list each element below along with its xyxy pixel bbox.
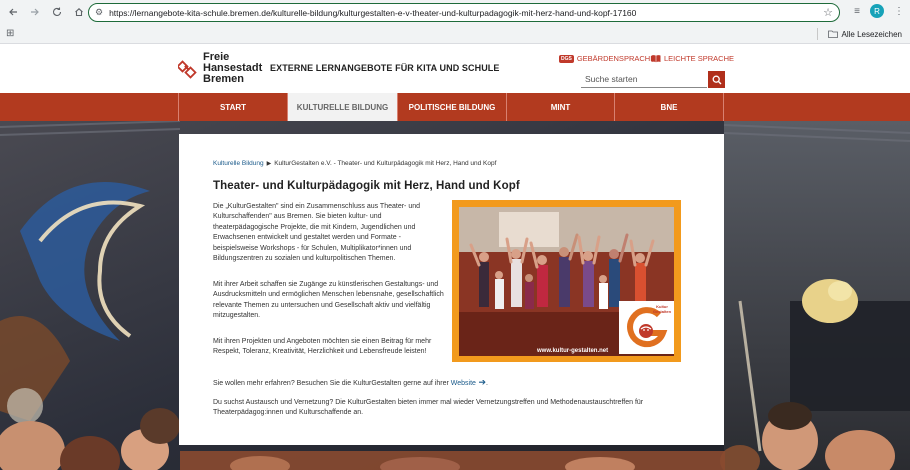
page-title: Theater- und Kulturpädagogik mit Herz, H… <box>213 180 520 192</box>
sign-language-label: GEBÄRDENSPRACHE <box>576 54 656 63</box>
sign-language-link[interactable]: DGS GEBÄRDENSPRACHE <box>559 54 655 63</box>
book-icon <box>651 55 661 63</box>
sign-language-icon: DGS <box>559 54 574 63</box>
address-bar[interactable]: ⚙ https://lernangebote-kita-schule.breme… <box>88 3 840 22</box>
folder-icon <box>827 30 838 38</box>
apps-grid-icon[interactable]: ⊞ <box>6 28 14 39</box>
arrow-right-icon: ➔ <box>475 377 486 387</box>
website-link[interactable]: Website ➔ <box>450 377 486 387</box>
bookmark-star-icon[interactable]: ☆ <box>823 6 833 19</box>
bookmarks-divider <box>816 28 818 40</box>
nav-item-kulturelle-bildung[interactable]: KULTURELLE BILDUNG <box>287 93 397 121</box>
intro-paragraph: Die „KulturGestalten" sind ein Zusammens… <box>213 203 421 263</box>
profile-avatar[interactable]: R <box>870 4 884 18</box>
site-search <box>581 71 725 88</box>
home-icon[interactable] <box>70 3 88 21</box>
logo-line-3: Bremen <box>203 73 244 85</box>
nav-item-politische-bildung[interactable]: POLITISCHE BILDUNG <box>397 93 506 121</box>
kulturgestalten-logo: Kultur Gestalten <box>619 301 674 354</box>
bookmarks-bar: ⊞ Alle Lesezeichen <box>0 24 910 44</box>
bremen-logo-icon[interactable] <box>178 58 198 80</box>
browser-actions: ≡ R ⋮ <box>854 4 904 18</box>
site-info-icon[interactable]: ⚙ <box>95 7 103 18</box>
nav-item-start[interactable]: START <box>178 93 287 121</box>
easy-language-link[interactable]: LEICHTE SPRACHE <box>651 54 734 63</box>
more-info-paragraph: Sie wollen mehr erfahren? Besuchen Sie d… <box>213 377 488 387</box>
back-icon[interactable] <box>4 3 22 21</box>
network-paragraph: Du suchst Austausch und Vernetzung? Die … <box>213 399 644 417</box>
url-text: https://lernangebote-kita-schule.bremen.… <box>109 7 637 18</box>
more-info-text: Sie wollen mehr erfahren? Besuchen Sie d… <box>213 380 449 387</box>
nav-item-bne[interactable]: BNE <box>614 93 723 121</box>
reading-list-icon[interactable]: ≡ <box>854 6 860 17</box>
breadcrumb-separator-icon: ▶ <box>266 161 272 167</box>
breadcrumb-current: KulturGestalten e.V. - Theater- und Kult… <box>274 160 497 167</box>
breadcrumb: Kulturelle Bildung ▶ KulturGestalten e.V… <box>213 160 496 167</box>
logo-text[interactable]: Freie Hansestadt Bremen <box>203 52 262 85</box>
easy-language-label: LEICHTE SPRACHE <box>664 54 735 63</box>
search-icon <box>712 75 721 84</box>
site-title: EXTERNE LERNANGEBOTE FÜR KITA UND SCHULE <box>270 63 500 73</box>
search-input[interactable] <box>581 71 707 88</box>
forward-icon[interactable] <box>26 3 44 21</box>
kulturgestalten-logo-text: Kultur Gestalten <box>652 304 672 314</box>
menu-icon[interactable]: ⋮ <box>894 6 904 17</box>
photo-caption-url: www.kultur-gestalten.net <box>537 348 609 354</box>
breadcrumb-parent-link[interactable]: Kulturelle Bildung <box>213 160 264 167</box>
all-bookmarks[interactable]: Alle Lesezeichen <box>816 28 902 40</box>
approach-paragraph: Mit ihrer Arbeit schaffen sie Zugänge zu… <box>213 281 444 320</box>
website-link-label: Website <box>450 380 476 387</box>
all-bookmarks-label: Alle Lesezeichen <box>841 29 902 39</box>
nav-divider <box>723 93 724 121</box>
search-button[interactable] <box>708 71 725 88</box>
mission-paragraph: Mit ihren Projekten und Angeboten möchte… <box>213 338 432 356</box>
nav-item-mint[interactable]: MINT <box>506 93 614 121</box>
reload-icon[interactable] <box>48 3 66 21</box>
